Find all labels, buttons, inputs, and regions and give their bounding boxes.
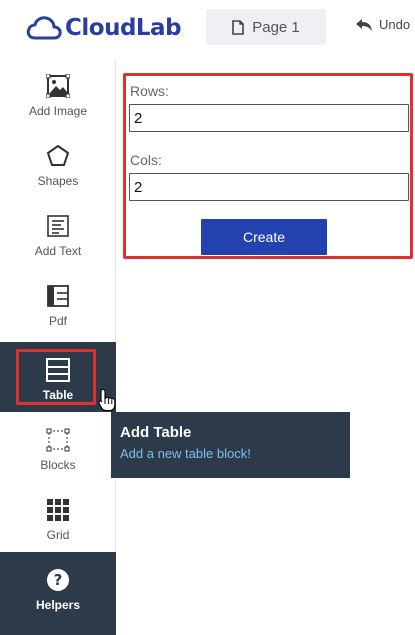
sidebar-item-label: Grid [46, 528, 70, 542]
text-icon [47, 215, 69, 237]
cloud-icon [26, 16, 62, 40]
help-icon: ? [47, 569, 69, 591]
undo-icon [356, 18, 372, 31]
sidebar-item-shapes[interactable]: Shapes [0, 128, 116, 198]
rows-label: Rows: [130, 83, 169, 99]
image-icon [46, 74, 70, 98]
tooltip-description: Add a new table block! [120, 446, 251, 461]
page-tab-label: Page 1 [252, 18, 300, 36]
sidebar-item-grid[interactable]: Grid [0, 482, 116, 552]
header: CloudLab Page 1 Undo [0, 0, 415, 58]
sidebar-item-blocks[interactable]: Blocks [0, 412, 116, 482]
sidebar-item-add-text[interactable]: Add Text [0, 198, 116, 268]
svg-text:?: ? [54, 571, 63, 589]
undo-button[interactable]: Undo [355, 17, 410, 32]
rows-input[interactable] [129, 104, 409, 132]
logo-text: CloudLab [65, 15, 182, 41]
page-tab[interactable]: Page 1 [206, 9, 326, 45]
blocks-icon [46, 428, 70, 452]
pdf-icon [47, 285, 69, 307]
undo-label: Undo [379, 17, 411, 32]
table-create-form: Rows: Cols: Create [123, 73, 413, 259]
tooltip: Add Table Add a new table block! [111, 412, 350, 478]
sidebar-item-label: Pdf [48, 314, 67, 328]
sidebar-item-label: Blocks [40, 458, 76, 472]
hand-cursor-icon [98, 388, 116, 412]
tooltip-title: Add Table [120, 424, 192, 441]
sidebar-item-label: Shapes [37, 174, 79, 188]
sidebar-item-helpers[interactable]: ? Helpers [0, 552, 116, 635]
document-icon [232, 19, 245, 35]
create-button[interactable]: Create [201, 219, 327, 255]
table-highlight-box [16, 349, 96, 405]
grid-icon [47, 499, 69, 521]
cols-label: Cols: [130, 152, 162, 168]
sidebar-item-pdf[interactable]: Pdf [0, 268, 116, 338]
sidebar-item-label: Add Text [34, 244, 82, 258]
sidebar: Add Image Shapes Add Text Pdf Table Bloc… [0, 58, 116, 635]
sidebar-item-add-image[interactable]: Add Image [0, 58, 116, 128]
cols-input[interactable] [129, 173, 409, 201]
logo[interactable]: CloudLab [26, 12, 182, 44]
sidebar-item-label: Helpers [35, 598, 81, 612]
pentagon-icon [47, 145, 69, 166]
sidebar-item-label: Add Image [28, 104, 88, 118]
